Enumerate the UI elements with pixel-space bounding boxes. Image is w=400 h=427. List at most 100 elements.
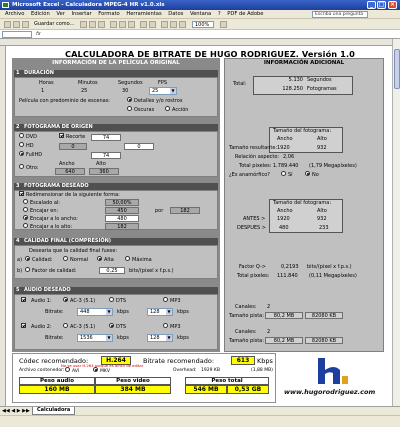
audio1-ac3[interactable]: AC-3 (5.1) — [63, 297, 95, 304]
segundos-value[interactable]: 30 — [122, 88, 128, 94]
option-avi[interactable]: AVI — [65, 367, 79, 374]
minimize-button[interactable]: _ — [367, 1, 376, 9]
encajar-ancho-value[interactable]: 480 — [105, 215, 139, 222]
audio1-kbps: kbps — [117, 309, 129, 315]
scroll-thumb[interactable] — [394, 49, 400, 89]
option-hd[interactable]: HD — [19, 142, 34, 149]
minutos-value[interactable]: 25 — [81, 88, 87, 94]
ancho-col-2: Ancho — [277, 208, 293, 214]
tab-nav-arrows[interactable]: ◀◀ ◀ ▶ ▶▶ — [2, 408, 30, 414]
audio1-checkbox[interactable] — [21, 297, 28, 304]
vertical-scrollbar[interactable] — [392, 39, 400, 406]
preview-icon[interactable] — [89, 21, 96, 28]
recorte-left[interactable]: 0 — [59, 143, 87, 150]
audio1-mp3-bitrate-select[interactable]: 128 — [147, 308, 173, 316]
otro-alto-value[interactable]: 360 — [89, 168, 119, 175]
bitrate-unit: Kbps — [257, 357, 273, 365]
new-icon[interactable] — [4, 21, 11, 28]
audio2-bitrate-select[interactable]: 1536 — [77, 334, 113, 342]
menu-pdf[interactable]: PDF de Adobe — [227, 10, 263, 19]
menu-ventana[interactable]: Ventana — [190, 10, 211, 19]
option-encajar[interactable]: Encajar en: — [23, 207, 58, 214]
audio2-dts[interactable]: DTS — [109, 323, 126, 330]
recorte-bottom[interactable]: 74 — [91, 152, 121, 159]
sum-icon[interactable] — [161, 21, 168, 28]
paste-icon[interactable] — [128, 21, 135, 28]
save-icon[interactable] — [22, 21, 29, 28]
option-otro[interactable]: Otro: — [19, 164, 39, 171]
name-box[interactable] — [2, 31, 32, 38]
pista1-mb: 80,2 MB — [265, 312, 303, 319]
audio2-ac3[interactable]: AC-3 (5.1) — [63, 323, 95, 330]
option-maxima[interactable]: Máxima — [125, 256, 152, 263]
option-escalado[interactable]: Escalado al: — [23, 199, 60, 206]
recorte-top[interactable]: 74 — [91, 134, 121, 141]
encajar-alto-value[interactable]: 182 — [105, 223, 139, 230]
menu-ver[interactable]: Ver — [56, 10, 64, 19]
help-question-input[interactable]: Escriba una pregunta — [312, 11, 368, 18]
recorte-checkbox[interactable]: Recorte — [59, 133, 85, 140]
option-encajar-alto[interactable]: Encajar a lo alto: — [23, 223, 72, 230]
recorte-right[interactable]: 0 — [124, 143, 154, 150]
additional-info-panel: INFORMACIÓN ADICIONAL Total: 5.130 Segun… — [224, 58, 384, 352]
option-alta[interactable]: Alta — [97, 256, 114, 263]
audio1-bitrate-select[interactable]: 448 — [77, 308, 113, 316]
option-factor[interactable]: Factor de calidad: — [25, 267, 76, 274]
print-icon[interactable] — [80, 21, 87, 28]
help-icon[interactable] — [220, 21, 227, 28]
option-encajar-ancho[interactable]: Encajar a lo ancho: — [23, 215, 78, 222]
escalado-value[interactable]: 50,00% — [105, 199, 139, 206]
audio2-checkbox[interactable] — [21, 323, 28, 330]
spell-icon[interactable] — [98, 21, 105, 28]
option-oscuras[interactable]: Oscuras — [127, 106, 154, 113]
audio1-mp3[interactable]: MP3 — [163, 297, 181, 304]
menu-archivo[interactable]: Archivo — [5, 10, 24, 19]
radio-icon — [281, 171, 286, 176]
col-minutos: Minutos — [78, 80, 98, 86]
menu-formato[interactable]: Formato — [98, 10, 119, 19]
option-fullhd[interactable]: FullHD — [19, 151, 42, 158]
audio2-mp3[interactable]: MP3 — [163, 323, 181, 330]
left-panel-header: INFORMACIÓN DE LA PELÍCULA ORIGINAL — [52, 60, 180, 66]
option-accion[interactable]: Acción — [165, 106, 188, 113]
despues-ancho: 480 — [279, 225, 289, 231]
radio-icon — [25, 267, 30, 272]
undo-icon[interactable] — [140, 21, 147, 28]
option-calidad[interactable]: Calidad: — [25, 256, 52, 263]
option-normal[interactable]: Normal — [63, 256, 88, 263]
section-2-header: 2 FOTOGRAMA DE ORIGEN — [14, 124, 218, 131]
option-dvd[interactable]: DVD — [19, 133, 37, 140]
fps-select[interactable]: 25 — [149, 87, 177, 95]
redo-icon[interactable] — [149, 21, 156, 28]
otro-ancho-value[interactable]: 640 — [55, 168, 85, 175]
option-detalles[interactable]: Detalles y/o rostros — [127, 97, 182, 104]
anamorfico-si[interactable]: Sí — [281, 171, 293, 178]
save-as-button[interactable]: Guardar como... — [34, 21, 74, 27]
encajar-alto[interactable]: 182 — [170, 207, 200, 214]
aspecto-label: Relación aspecto: — [235, 154, 280, 160]
copy-icon[interactable] — [119, 21, 126, 28]
menu-help[interactable]: ? — [218, 10, 221, 19]
tab-calculadora[interactable]: Calculadora — [32, 407, 76, 415]
factor-value[interactable]: 0,25 — [99, 267, 125, 274]
overhead-mb: (1,88 MB) — [251, 368, 273, 373]
audio1-dts[interactable]: DTS — [109, 297, 126, 304]
maximize-button[interactable]: □ — [377, 1, 386, 9]
formula-input[interactable] — [46, 31, 396, 38]
encajar-ancho[interactable]: 450 — [105, 207, 139, 214]
zoom-select[interactable]: 100% — [192, 21, 214, 28]
audio2-mp3-bitrate-select[interactable]: 128 — [147, 334, 173, 342]
redimensionar-checkbox[interactable]: Redimensionar de la siguiente forma: — [19, 191, 120, 198]
chart-icon[interactable] — [179, 21, 186, 28]
menu-datos[interactable]: Datos — [168, 10, 183, 19]
menu-insertar[interactable]: Insertar — [71, 10, 91, 19]
option-mkv[interactable]: MKV — [93, 367, 110, 374]
menu-herramientas[interactable]: Herramientas — [126, 10, 161, 19]
sort-icon[interactable] — [170, 21, 177, 28]
open-icon[interactable] — [13, 21, 20, 28]
close-button[interactable]: × — [388, 1, 397, 9]
anamorfico-no[interactable]: No — [305, 171, 319, 178]
horas-value[interactable]: 1 — [41, 88, 44, 94]
cut-icon[interactable] — [110, 21, 117, 28]
menu-edicion[interactable]: Edición — [31, 10, 50, 19]
